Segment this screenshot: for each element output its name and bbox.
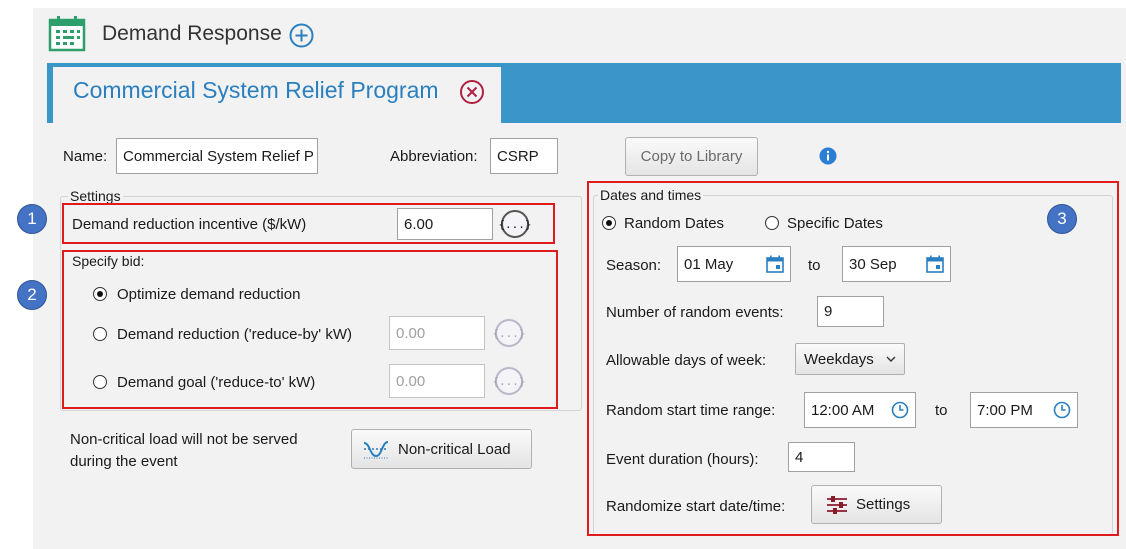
noncritical-text-line1: Non-critical load will not be served <box>70 431 298 448</box>
info-icon[interactable] <box>819 147 837 165</box>
settings-group-label: Settings <box>68 188 123 204</box>
events-field[interactable]: 9 <box>817 296 884 327</box>
radio-specific-dates[interactable] <box>765 216 779 230</box>
close-tab-button[interactable] <box>459 79 485 105</box>
season-to-value: 30 Sep <box>849 255 897 273</box>
abbreviation-field[interactable]: CSRP <box>490 138 558 174</box>
specify-bid-label: Specify bid: <box>72 253 145 269</box>
randomize-label: Randomize start date/time: <box>606 498 786 515</box>
randomize-settings-button[interactable]: Settings <box>811 485 942 524</box>
demand-reduction-formula-button[interactable]: {...} <box>492 319 526 347</box>
noncritical-load-button-label: Non-critical Load <box>398 440 511 458</box>
clock-icon[interactable] <box>1053 401 1071 419</box>
radio-random-dates[interactable] <box>602 216 616 230</box>
radio-optimize-demand-reduction[interactable] <box>93 287 107 301</box>
name-label: Name: <box>63 148 108 165</box>
incentive-field[interactable]: 6.00 <box>397 208 493 240</box>
radio-demand-goal[interactable] <box>93 375 107 389</box>
annotation-badge-1: 1 <box>17 204 47 234</box>
start-time-to-label: to <box>935 402 948 419</box>
start-time-to-value: 7:00 PM <box>977 401 1033 419</box>
chevron-down-icon <box>886 356 896 362</box>
start-time-from-picker[interactable]: 12:00 AM <box>804 392 916 428</box>
season-from-value: 01 May <box>684 255 734 273</box>
demand-reduction-label: Demand reduction ('reduce-by' kW) <box>117 326 352 343</box>
app-title: Demand Response <box>102 22 282 45</box>
duration-field[interactable]: 4 <box>788 442 855 472</box>
randomize-settings-label: Settings <box>856 496 911 513</box>
demand-goal-label: Demand goal ('reduce-to' kW) <box>117 374 316 391</box>
specific-dates-label: Specific Dates <box>787 215 883 232</box>
tab-label: Commercial System Relief Program <box>73 77 439 103</box>
start-time-from-value: 12:00 AM <box>811 401 875 419</box>
optimize-label: Optimize demand reduction <box>117 286 301 303</box>
noncritical-text-line2: during the event <box>70 453 178 470</box>
dates-group-label: Dates and times <box>598 187 704 203</box>
demand-goal-field[interactable]: 0.00 <box>389 364 485 398</box>
name-field[interactable]: Commercial System Relief P <box>116 138 318 174</box>
sliders-icon <box>827 495 847 514</box>
calendar-app-icon <box>48 16 86 52</box>
clock-icon[interactable] <box>891 401 909 419</box>
copy-to-library-button[interactable]: Copy to Library <box>625 137 758 176</box>
season-to-label: to <box>808 257 821 274</box>
incentive-label: Demand reduction incentive ($/kW) <box>72 216 307 233</box>
start-time-to-picker[interactable]: 7:00 PM <box>970 392 1078 428</box>
season-to-picker[interactable]: 30 Sep <box>842 246 951 282</box>
days-of-week-value: Weekdays <box>804 350 874 368</box>
start-time-label: Random start time range: <box>606 402 776 419</box>
calendar-icon[interactable] <box>926 255 944 273</box>
season-label: Season: <box>606 257 662 274</box>
calendar-icon[interactable] <box>766 255 784 273</box>
noncritical-load-button[interactable]: Non-critical Load <box>351 429 532 469</box>
demand-goal-formula-button[interactable]: {...} <box>492 367 526 395</box>
days-label: Allowable days of week: <box>606 352 767 369</box>
close-circle-icon <box>460 80 484 104</box>
duration-label: Event duration (hours): <box>606 451 759 468</box>
annotation-badge-3: 3 <box>1047 204 1077 234</box>
abbreviation-label: Abbreviation: <box>390 148 478 165</box>
radio-demand-reduction[interactable] <box>93 327 107 341</box>
add-program-button[interactable] <box>289 23 314 48</box>
random-dates-label: Random Dates <box>624 215 725 232</box>
demand-reduction-field[interactable]: 0.00 <box>389 316 485 350</box>
days-of-week-dropdown[interactable]: Weekdays <box>795 343 905 375</box>
plus-circle-icon <box>289 23 314 48</box>
load-curve-icon <box>363 441 389 459</box>
annotation-badge-2: 2 <box>17 280 47 310</box>
events-label: Number of random events: <box>606 304 784 321</box>
incentive-formula-button[interactable]: {...} <box>498 210 532 238</box>
season-from-picker[interactable]: 01 May <box>677 246 791 282</box>
